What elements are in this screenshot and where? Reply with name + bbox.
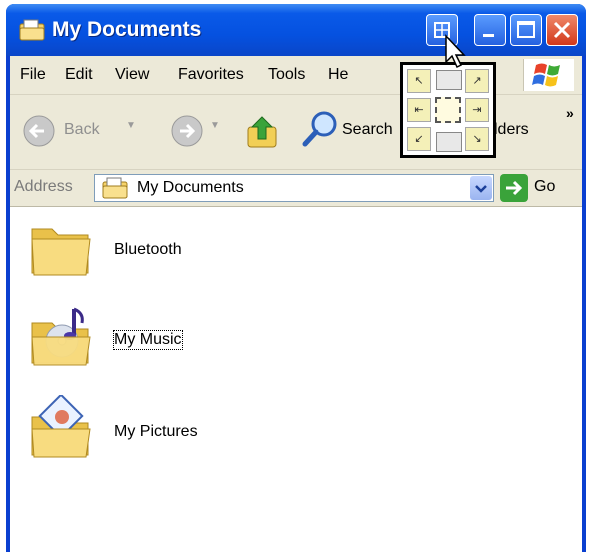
music-folder-icon <box>31 307 91 366</box>
search-icon <box>302 111 337 147</box>
folders-label[interactable]: lders <box>494 121 529 139</box>
windows-flag-icon <box>532 63 560 87</box>
menu-bar: File Edit View Favorites Tools He <box>10 56 582 95</box>
menu-favorites[interactable]: Favorites <box>178 66 244 84</box>
menu-view[interactable]: View <box>115 66 149 84</box>
forward-button[interactable]: ▼ <box>166 111 238 151</box>
my-documents-small-icon <box>102 177 128 199</box>
address-label: Address <box>14 178 73 195</box>
snap-bottom-left[interactable]: ↙ <box>407 127 431 151</box>
window-title: My Documents <box>52 18 202 41</box>
minimize-button[interactable] <box>474 14 506 46</box>
snap-left[interactable]: ⇤ <box>407 98 431 122</box>
search-button[interactable]: Search <box>300 107 410 151</box>
forward-arrow-icon <box>171 115 203 147</box>
back-button[interactable]: Back ▼ <box>16 111 146 151</box>
back-dropdown-icon[interactable]: ▼ <box>126 120 136 131</box>
close-icon <box>553 21 571 39</box>
snap-center[interactable] <box>435 97 461 123</box>
back-label: Back <box>64 121 100 138</box>
window-body: File Edit View Favorites Tools He Back ▼… <box>10 56 582 552</box>
menu-help[interactable]: He <box>328 66 348 84</box>
item-label: Bluetooth <box>114 241 182 258</box>
snap-top-left[interactable]: ↖ <box>407 69 431 93</box>
file-view: Bluetooth My Music My Pictures <box>10 207 582 552</box>
windows-logo <box>523 59 574 91</box>
search-label: Search <box>342 121 393 138</box>
my-documents-icon <box>19 19 45 41</box>
address-bar: Address My Documents Go <box>10 170 582 207</box>
snap-bottom[interactable] <box>436 132 462 152</box>
address-value: My Documents <box>137 179 244 196</box>
menu-file[interactable]: File <box>20 66 46 84</box>
address-dropdown-button[interactable] <box>470 176 492 200</box>
item-label: My Music <box>113 330 183 350</box>
maximize-button[interactable] <box>510 14 542 46</box>
explorer-window: My Documents File Edit View Favorites To… <box>6 4 586 552</box>
menu-edit[interactable]: Edit <box>65 66 93 84</box>
toolbar-overflow-icon[interactable]: » <box>566 105 574 121</box>
folder-icon <box>31 228 91 276</box>
toolbar: Back ▼ ▼ Search lders » <box>10 95 582 170</box>
snap-bottom-right[interactable]: ↘ <box>465 127 489 151</box>
maximize-icon <box>517 21 535 38</box>
chevron-down-icon <box>475 185 487 193</box>
mouse-cursor-icon <box>445 34 466 69</box>
back-arrow-icon <box>23 115 55 147</box>
snap-right[interactable]: ⇥ <box>465 98 489 122</box>
minimize-icon <box>483 34 494 37</box>
menu-tools[interactable]: Tools <box>268 66 305 84</box>
forward-dropdown-icon[interactable]: ▼ <box>210 120 220 131</box>
go-button[interactable] <box>500 174 528 202</box>
pictures-folder-icon <box>31 395 91 458</box>
address-input[interactable]: My Documents <box>94 174 494 202</box>
up-folder-icon[interactable] <box>246 113 280 149</box>
snap-top[interactable] <box>436 70 462 90</box>
go-label[interactable]: Go <box>534 178 555 196</box>
close-button[interactable] <box>546 14 578 46</box>
item-label: My Pictures <box>114 423 198 440</box>
title-bar[interactable]: My Documents <box>6 4 586 56</box>
snap-layout-popup: ↖ ↗ ⇤ ⇥ ↙ ↘ <box>400 62 496 158</box>
go-arrow-icon <box>506 180 523 196</box>
snap-top-right[interactable]: ↗ <box>465 69 489 93</box>
